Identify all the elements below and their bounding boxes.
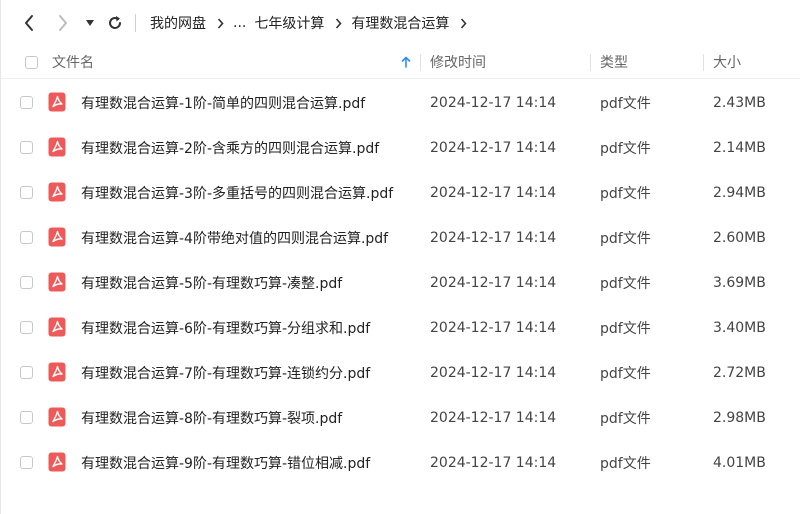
file-size: 2.60MB [713,229,766,246]
breadcrumb-item-root[interactable]: 我的网盘 [150,13,206,33]
file-modified: 2024-12-17 14:14 [430,94,557,111]
file-size: 3.69MB [713,274,766,291]
file-row[interactable]: 有理数混合运算-2阶-含乘方的四则混合运算.pdf 2024-12-17 14:… [1,125,800,170]
file-name[interactable]: 有理数混合运算-3阶-多重括号的四则混合运算.pdf [81,170,393,215]
caret-down-icon [86,20,94,26]
column-divider[interactable] [703,54,704,71]
file-size: 3.40MB [713,319,766,336]
breadcrumb-item-folder[interactable]: 七年级计算 [254,13,324,33]
file-row[interactable]: 有理数混合运算-7阶-有理数巧算-连锁约分.pdf 2024-12-17 14:… [1,350,800,395]
file-row[interactable]: 有理数混合运算-8阶-有理数巧算-裂项.pdf 2024-12-17 14:14… [1,395,800,440]
forward-button[interactable] [53,10,73,36]
pdf-file-icon [48,137,66,157]
row-checkbox[interactable] [20,231,33,244]
file-modified: 2024-12-17 14:14 [430,319,557,336]
file-row[interactable]: 有理数混合运算-3阶-多重括号的四则混合运算.pdf 2024-12-17 14… [1,170,800,215]
row-checkbox[interactable] [20,141,33,154]
column-divider[interactable] [590,54,591,71]
file-modified: 2024-12-17 14:14 [430,409,557,426]
file-name[interactable]: 有理数混合运算-1阶-简单的四则混合运算.pdf [81,80,365,125]
file-type: pdf文件 [600,140,651,157]
file-name[interactable]: 有理数混合运算-5阶-有理数巧算-凑整.pdf [81,260,342,305]
row-checkbox[interactable] [20,456,33,469]
file-modified: 2024-12-17 14:14 [430,139,557,156]
file-type: pdf文件 [600,455,651,472]
file-name[interactable]: 有理数混合运算-7阶-有理数巧算-连锁约分.pdf [81,350,370,395]
file-row[interactable]: 有理数混合运算-5阶-有理数巧算-凑整.pdf 2024-12-17 14:14… [1,260,800,305]
refresh-icon [109,16,121,29]
pdf-file-icon [48,182,66,202]
column-header-modified[interactable]: 修改时间 [430,46,486,78]
pdf-file-icon [48,362,66,382]
row-checkbox[interactable] [20,186,33,199]
column-header-name[interactable]: 文件名 [52,46,94,78]
nav-divider [135,14,136,32]
pdf-file-icon [48,452,66,472]
file-size: 2.94MB [713,184,766,201]
file-name[interactable]: 有理数混合运算-2阶-含乘方的四则混合运算.pdf [81,125,379,170]
row-checkbox[interactable] [20,366,33,379]
file-modified: 2024-12-17 14:14 [430,364,557,381]
pdf-file-icon [48,272,66,292]
file-type: pdf文件 [600,275,651,292]
file-name[interactable]: 有理数混合运算-4阶带绝对值的四则混合运算.pdf [81,215,388,260]
refresh-button[interactable] [105,10,125,36]
chevron-left-icon [25,15,33,31]
back-button[interactable] [19,10,39,36]
file-row[interactable]: 有理数混合运算-4阶带绝对值的四则混合运算.pdf 2024-12-17 14:… [1,215,800,260]
row-checkbox[interactable] [20,276,33,289]
file-size: 2.98MB [713,409,766,426]
file-name[interactable]: 有理数混合运算-8阶-有理数巧算-裂项.pdf [81,395,342,440]
row-checkbox[interactable] [20,96,33,109]
file-type: pdf文件 [600,230,651,247]
file-browser: 我的网盘 ... 七年级计算 有理数混合运算 文件名 修改时间 类型 大小 有理… [0,0,800,514]
file-row[interactable]: 有理数混合运算-6阶-有理数巧算-分组求和.pdf 2024-12-17 14:… [1,305,800,350]
file-type: pdf文件 [600,185,651,202]
breadcrumb-item-current[interactable]: 有理数混合运算 [351,13,449,33]
file-size: 2.72MB [713,364,766,381]
pdf-file-icon [48,227,66,247]
file-type: pdf文件 [600,320,651,337]
file-modified: 2024-12-17 14:14 [430,229,557,246]
row-checkbox[interactable] [20,411,33,424]
file-type: pdf文件 [600,410,651,427]
select-all-checkbox[interactable] [25,46,38,78]
file-name[interactable]: 有理数混合运算-6阶-有理数巧算-分组求和.pdf [81,305,370,350]
file-modified: 2024-12-17 14:14 [430,454,557,471]
breadcrumb-item-ellipsis[interactable]: ... [233,15,246,31]
file-name[interactable]: 有理数混合运算-9阶-有理数巧算-错位相减.pdf [81,440,370,485]
arrow-up-icon[interactable] [401,46,411,78]
history-dropdown-button[interactable] [83,10,97,36]
row-checkbox[interactable] [20,321,33,334]
file-size: 4.01MB [713,454,766,471]
chevron-right-icon [460,17,467,29]
column-header-size[interactable]: 大小 [713,46,741,78]
file-modified: 2024-12-17 14:14 [430,274,557,291]
file-type: pdf文件 [600,95,651,112]
file-list-header: 文件名 修改时间 类型 大小 [1,46,800,79]
file-size: 2.43MB [713,94,766,111]
pdf-file-icon [48,317,66,337]
pdf-file-icon [48,407,66,427]
top-nav-bar: 我的网盘 ... 七年级计算 有理数混合运算 [1,0,800,46]
chevron-right-icon [217,17,224,29]
file-row[interactable]: 有理数混合运算-9阶-有理数巧算-错位相减.pdf 2024-12-17 14:… [1,440,800,485]
file-type: pdf文件 [600,365,651,382]
column-divider[interactable] [420,54,421,71]
chevron-right-icon [59,15,67,31]
pdf-file-icon [48,92,66,112]
file-modified: 2024-12-17 14:14 [430,184,557,201]
file-row[interactable]: 有理数混合运算-1阶-简单的四则混合运算.pdf 2024-12-17 14:1… [1,80,800,125]
column-header-type[interactable]: 类型 [600,46,628,78]
chevron-right-icon [335,17,342,29]
file-size: 2.14MB [713,139,766,156]
breadcrumb: 我的网盘 ... 七年级计算 有理数混合运算 [150,0,476,46]
